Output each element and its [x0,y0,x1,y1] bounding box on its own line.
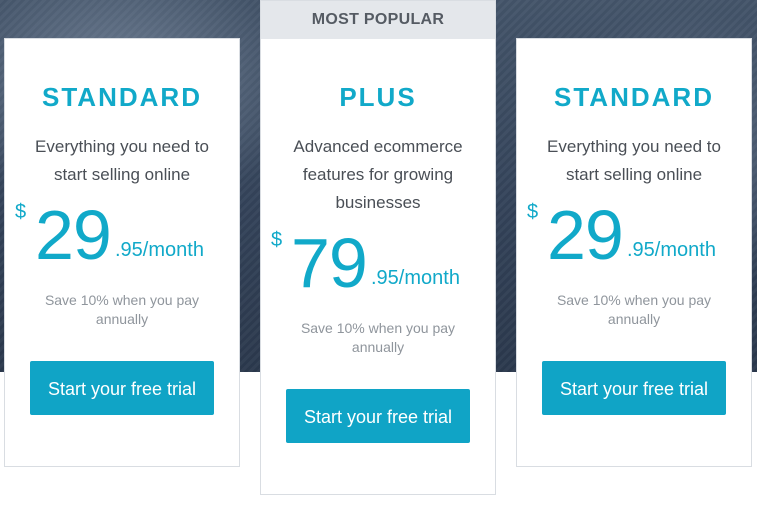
plan-price: $ 29 .95/month [517,196,751,279]
plan-description: Everything you need to start selling onl… [35,137,209,184]
start-free-trial-button[interactable]: Start your free trial [286,389,470,443]
currency-symbol: $ [15,201,27,223]
plan-description: Advanced ecommerce features for growing … [293,137,463,212]
plan-name: PLUS [339,82,417,112]
pricing-card-standard: STANDARD Everything you need to start se… [4,38,240,467]
currency-symbol: $ [271,229,283,251]
plan-price: $ 29 .95/month [5,196,239,279]
price-amount: 79 [291,224,368,302]
start-free-trial-button[interactable]: Start your free trial [30,361,214,415]
currency-symbol: $ [527,201,539,223]
pricing-card-standard: STANDARD Everything you need to start se… [516,38,752,467]
most-popular-badge: MOST POPULAR [261,1,495,39]
price-amount: 29 [547,196,624,274]
start-free-trial-button[interactable]: Start your free trial [542,361,726,415]
annual-save-note: Save 10% when you pay annually [556,292,712,327]
price-amount: 29 [35,196,112,274]
annual-save-note: Save 10% when you pay annually [44,292,200,327]
plan-price: $ 79 .95/month [261,224,495,307]
annual-save-note: Save 10% when you pay annually [300,320,456,355]
price-cents-period: .95/month [627,239,716,261]
price-cents-period: .95/month [115,239,204,261]
plan-name: STANDARD [554,82,714,112]
plan-name: STANDARD [42,82,202,112]
pricing-card-plus: MOST POPULAR PLUS Advanced ecommerce fea… [260,0,496,495]
price-cents-period: .95/month [371,267,460,289]
plan-description: Everything you need to start selling onl… [547,137,721,184]
